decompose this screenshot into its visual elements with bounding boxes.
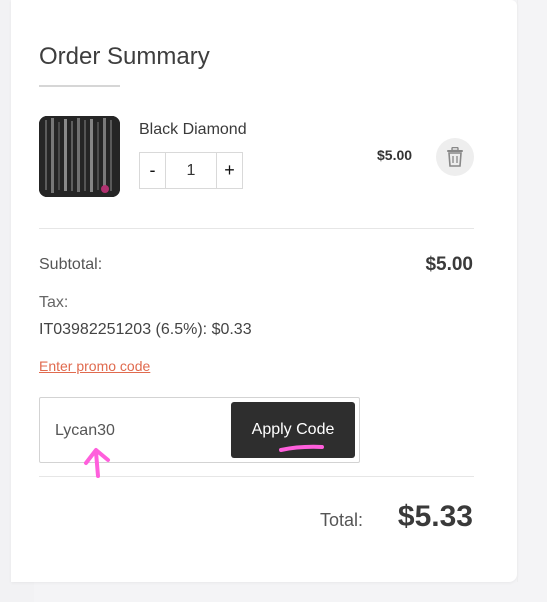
title-underline: [39, 85, 120, 87]
order-summary-title: Order Summary: [39, 43, 210, 70]
total-value: $5.33: [397, 500, 473, 533]
promo-code-form: Apply Code: [39, 397, 360, 463]
quantity-stepper: - 1 +: [139, 152, 243, 189]
product-thumbnail: [39, 116, 120, 197]
subtotal-value: $5.00: [425, 254, 473, 275]
tax-value: IT03982251203 (6.5%): $0.33: [39, 321, 252, 338]
promo-code-input[interactable]: [53, 410, 227, 452]
remove-item-button[interactable]: [436, 138, 474, 176]
order-summary-card: Order Summary Black Diamond - 1 + $5.00: [11, 0, 518, 582]
product-image: [39, 116, 120, 197]
subtotal-label: Subtotal:: [39, 256, 103, 273]
product-name: Black Diamond: [139, 121, 247, 138]
divider: [39, 476, 474, 477]
quantity-decrease-button[interactable]: -: [140, 153, 165, 188]
divider: [39, 228, 474, 229]
total-label: Total:: [320, 510, 364, 530]
quantity-increase-button[interactable]: +: [217, 153, 242, 188]
apply-code-button[interactable]: Apply Code: [231, 402, 355, 458]
quantity-value[interactable]: 1: [165, 153, 217, 188]
enter-promo-code-link[interactable]: Enter promo code: [39, 358, 150, 374]
trash-icon: [447, 147, 463, 167]
item-price: $5.00: [377, 147, 413, 163]
tax-label: Tax:: [39, 294, 69, 311]
